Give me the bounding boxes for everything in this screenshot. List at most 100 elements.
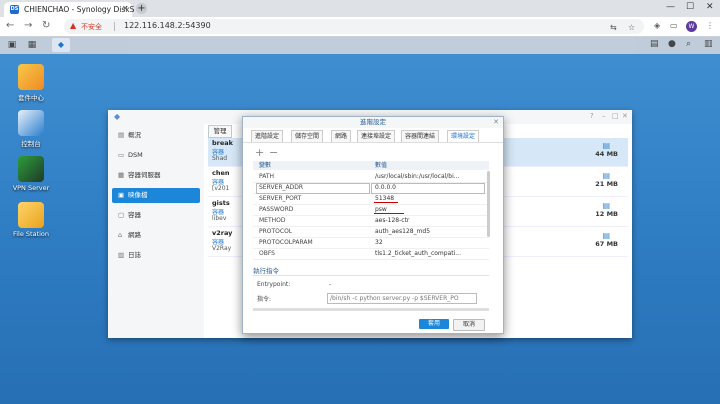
show-desktop-icon[interactable]: ▣ bbox=[6, 39, 18, 51]
insecure-label[interactable]: 不安全 bbox=[81, 22, 102, 32]
database-icon: ▤ bbox=[602, 231, 610, 240]
sidebar-item-image[interactable]: ▣ 映像檔 bbox=[112, 188, 200, 203]
back-icon[interactable]: ← bbox=[6, 20, 14, 31]
image-name: v2ray bbox=[212, 229, 233, 237]
minimize-icon[interactable]: — bbox=[666, 2, 675, 12]
remove-icon[interactable]: − bbox=[269, 146, 278, 159]
horizontal-scrollbar[interactable] bbox=[253, 308, 489, 311]
desktop-icon-label: VPN Server bbox=[12, 184, 50, 192]
image-description: [v201 bbox=[212, 185, 230, 192]
tab-advanced[interactable]: 進階設定 bbox=[251, 130, 284, 142]
browser-tab[interactable]: DS CHIENCHAO - Synology DiskS ✕ bbox=[4, 2, 135, 17]
add-icon[interactable]: + bbox=[255, 146, 264, 159]
env-row[interactable]: OBFS tls1.2_ticket_auth_compati... bbox=[253, 249, 489, 260]
overview-icon: ▤ bbox=[118, 131, 125, 139]
widgets-icon[interactable]: ▥ bbox=[704, 39, 713, 49]
tab-links[interactable]: 容器間連結 bbox=[401, 130, 440, 142]
network-icon: ⌂ bbox=[118, 231, 123, 239]
desktop-icon-label: File Station bbox=[12, 230, 50, 238]
sidebar-item-registry[interactable]: ▦ 容器伺服器 bbox=[112, 168, 200, 183]
section-divider bbox=[253, 275, 489, 276]
desktop-icon-control-panel[interactable]: 控制台 bbox=[1, 110, 61, 148]
control-panel-icon bbox=[18, 110, 44, 136]
window-maximize-icon[interactable]: □ bbox=[612, 112, 619, 120]
menu-icon[interactable]: ⋮ bbox=[706, 21, 714, 30]
tab-network[interactable]: 網路 bbox=[331, 130, 352, 142]
env-key: SERVER_ADDR bbox=[259, 184, 304, 191]
desktop-icon-label: 套件中心 bbox=[18, 94, 44, 102]
image-description: V2Ray bbox=[212, 245, 232, 252]
env-key: METHOD bbox=[259, 217, 286, 224]
sidebar-item-label: 容器伺服器 bbox=[128, 171, 161, 179]
tab-close-icon[interactable]: ✕ bbox=[122, 4, 129, 13]
tab-title: CHIENCHAO - Synology DiskS bbox=[24, 5, 135, 14]
tab-volume[interactable]: 儲存空間 bbox=[291, 130, 324, 142]
sidebar-item-log[interactable]: ▥ 日誌 bbox=[112, 248, 200, 263]
env-row[interactable]: METHOD aes-128-ctr bbox=[253, 216, 489, 227]
env-row-editing[interactable]: SERVER_ADDR 0.0.0.0 bbox=[253, 183, 489, 194]
forward-icon[interactable]: → bbox=[24, 20, 32, 31]
desktop-icon-package-center[interactable]: 套件中心 bbox=[1, 64, 61, 102]
image-description: libev bbox=[212, 215, 227, 222]
entrypoint-value: - bbox=[329, 281, 332, 288]
synology-favicon-icon: DS bbox=[10, 5, 19, 14]
maximize-icon[interactable]: ☐ bbox=[686, 2, 694, 12]
sidebar-item-network[interactable]: ⌂ 網路 bbox=[112, 228, 200, 243]
sidebar-item-label: 映像檔 bbox=[128, 191, 148, 199]
cancel-button[interactable]: 取消 bbox=[453, 319, 485, 331]
env-row[interactable]: PASSWORD psw bbox=[253, 205, 489, 216]
search-icon[interactable]: ⌕ bbox=[686, 39, 691, 49]
container-icon: ▢ bbox=[118, 211, 125, 219]
env-row[interactable]: PROTOCOLPARAM 32 bbox=[253, 238, 489, 249]
env-key: PATH bbox=[259, 173, 275, 180]
address-bar[interactable]: ▲ 不安全 122.116.148.2:54390 ⇆ ☆ bbox=[64, 19, 644, 34]
env-row[interactable]: SERVER_PORT 51348 bbox=[253, 194, 489, 205]
dialog-close-icon[interactable]: ✕ bbox=[493, 118, 499, 126]
sidebar-item-dsm[interactable]: ▭ DSM bbox=[112, 148, 200, 163]
dialog-tab-bar: 進階設定 儲存空間 網路 連接埠設定 容器間連結 環境設定 bbox=[243, 128, 503, 143]
cast-icon[interactable]: ▭ bbox=[670, 21, 678, 30]
desktop-icon-vpn-server[interactable]: VPN Server bbox=[1, 156, 61, 192]
tab-environment[interactable]: 環境設定 bbox=[447, 130, 480, 142]
env-key: OBFS bbox=[259, 250, 275, 257]
window-close-icon[interactable]: ✕ bbox=[622, 112, 628, 120]
apply-button[interactable]: 套用 bbox=[419, 319, 449, 329]
file-station-icon bbox=[18, 202, 44, 228]
docker-task-icon[interactable]: ◆ bbox=[52, 38, 70, 52]
notifications-icon[interactable]: ▤ bbox=[650, 39, 659, 49]
extension-icon[interactable]: ◈ bbox=[654, 21, 660, 30]
package-center-icon bbox=[18, 64, 44, 90]
advanced-settings-dialog: 進階設定 ✕ 進階設定 儲存空間 網路 連接埠設定 容器間連結 環境設定 + −… bbox=[242, 116, 504, 334]
tab-port-settings[interactable]: 連接埠設定 bbox=[357, 130, 396, 142]
underline-marker bbox=[374, 202, 398, 203]
env-table-header: 變數 數值 bbox=[253, 161, 489, 170]
env-row[interactable]: PROTOCOL auth_aes128_md5 bbox=[253, 227, 489, 238]
entrypoint-label: Entrypoint: bbox=[257, 281, 291, 288]
profile-avatar[interactable]: W bbox=[686, 21, 697, 32]
reload-icon[interactable]: ↻ bbox=[42, 20, 50, 31]
translate-icon[interactable]: ⇆ bbox=[610, 23, 617, 32]
main-menu-icon[interactable]: ▦ bbox=[26, 39, 38, 51]
image-description: Shad bbox=[212, 155, 228, 162]
underline-marker bbox=[374, 213, 404, 214]
sidebar-item-container[interactable]: ▢ 容器 bbox=[112, 208, 200, 223]
sidebar-item-label: DSM bbox=[128, 151, 143, 159]
log-icon: ▥ bbox=[118, 251, 125, 259]
desktop-icon-label: 控制台 bbox=[21, 140, 41, 148]
env-row[interactable]: PATH /usr/local/sbin:/usr/local/bi... bbox=[253, 172, 489, 183]
env-value: aes-128-ctr bbox=[375, 217, 410, 224]
sidebar-item-label: 容器 bbox=[128, 211, 141, 219]
sidebar-item-overview[interactable]: ▤ 概況 bbox=[112, 128, 200, 143]
close-window-icon[interactable]: ✕ bbox=[706, 2, 714, 12]
bookmark-star-icon[interactable]: ☆ bbox=[628, 23, 635, 32]
url-text[interactable]: 122.116.148.2:54390 bbox=[124, 21, 211, 30]
manage-button[interactable]: 管理 bbox=[208, 125, 232, 138]
user-icon[interactable]: ● bbox=[668, 39, 676, 49]
new-tab-button[interactable]: + bbox=[136, 3, 147, 14]
desktop-icon-file-station[interactable]: File Station bbox=[1, 202, 61, 238]
dsm-taskbar: ▣ ▦ ◆ ▤ ● ⌕ ▥ bbox=[0, 36, 720, 54]
command-field[interactable]: /bin/sh -c python server.py -p $SERVER_P… bbox=[327, 293, 477, 304]
help-icon[interactable]: ? bbox=[590, 112, 594, 120]
window-minimize-icon[interactable]: – bbox=[602, 112, 606, 120]
env-table-scrollbar[interactable] bbox=[487, 171, 490, 237]
